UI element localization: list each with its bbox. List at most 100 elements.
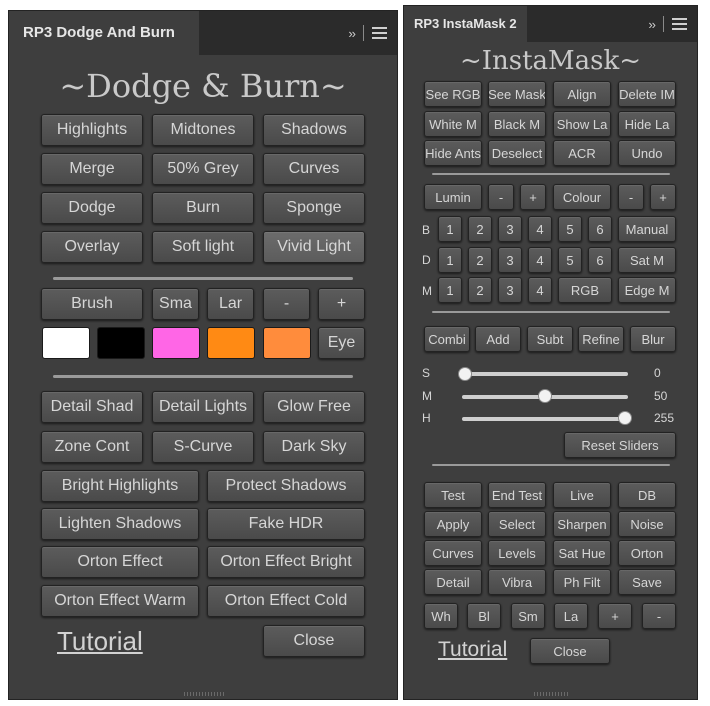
- tutorial-link[interactable]: Tutorial: [57, 626, 143, 657]
- b-2-button[interactable]: 2: [468, 216, 492, 242]
- b-6-button[interactable]: 6: [588, 216, 612, 242]
- dodge-button[interactable]: Dodge: [41, 192, 143, 224]
- lumin-button[interactable]: Lumin: [424, 184, 482, 210]
- see-rgb-button[interactable]: See RGB: [424, 81, 482, 107]
- brush-large-button[interactable]: Lar: [207, 288, 254, 320]
- glow-free-button[interactable]: Glow Free: [263, 391, 365, 423]
- 50-grey-button[interactable]: 50% Grey: [152, 153, 254, 185]
- b-4-button[interactable]: 4: [528, 216, 552, 242]
- lumin-increase-button[interactable]: +: [520, 184, 546, 210]
- tutorial-link[interactable]: Tutorial: [438, 638, 507, 662]
- bl-button[interactable]: Bl: [467, 603, 501, 629]
- d-2-button[interactable]: 2: [468, 247, 492, 273]
- vivid-light-button[interactable]: Vivid Light: [263, 231, 365, 263]
- curves-button[interactable]: Curves: [263, 153, 365, 185]
- m-1-button[interactable]: 1: [438, 277, 462, 303]
- subt-button[interactable]: Subt: [527, 326, 573, 352]
- resize-grip[interactable]: [184, 692, 224, 696]
- m-3-button[interactable]: 3: [498, 277, 522, 303]
- undo-button[interactable]: Undo: [618, 140, 676, 166]
- la-button[interactable]: La: [554, 603, 588, 629]
- orton-effect-bright-button[interactable]: Orton Effect Bright: [207, 546, 365, 578]
- swatch-pink[interactable]: [152, 327, 200, 359]
- highlights-button[interactable]: Highlights: [41, 114, 143, 146]
- minus-button[interactable]: -: [642, 603, 676, 629]
- edge-m-button[interactable]: Edge M: [618, 277, 676, 303]
- slider-s-handle[interactable]: [458, 367, 472, 381]
- brush-button[interactable]: Brush: [41, 288, 143, 320]
- detail-lights-button[interactable]: Detail Lights: [152, 391, 254, 423]
- hide-la-button[interactable]: Hide La: [618, 111, 676, 137]
- slider-s-track[interactable]: [462, 372, 628, 376]
- panel-tab[interactable]: RP3 InstaMask 2: [404, 6, 527, 42]
- colour-decrease-button[interactable]: -: [618, 184, 644, 210]
- sponge-button[interactable]: Sponge: [263, 192, 365, 224]
- colour-increase-button[interactable]: +: [650, 184, 676, 210]
- d-5-button[interactable]: 5: [558, 247, 582, 273]
- apply-button[interactable]: Apply: [424, 511, 482, 537]
- align-button[interactable]: Align: [553, 81, 611, 107]
- dark-sky-button[interactable]: Dark Sky: [263, 431, 365, 463]
- resize-grip[interactable]: [534, 692, 570, 696]
- plus-button[interactable]: +: [598, 603, 632, 629]
- collapse-icon[interactable]: ››: [648, 17, 656, 32]
- close-button[interactable]: Close: [263, 625, 365, 657]
- eye-button[interactable]: Eye: [318, 327, 365, 359]
- slider-h-track[interactable]: [462, 417, 628, 421]
- orton-button[interactable]: Orton: [618, 540, 676, 566]
- swatch-light-orange[interactable]: [263, 327, 311, 359]
- swatch-orange[interactable]: [207, 327, 255, 359]
- shadows-button[interactable]: Shadows: [263, 114, 365, 146]
- white-m-button[interactable]: White M: [424, 111, 482, 137]
- show-la-button[interactable]: Show La: [553, 111, 611, 137]
- db-button[interactable]: DB: [618, 482, 676, 508]
- deselect-button[interactable]: Deselect: [488, 140, 546, 166]
- acr-button[interactable]: ACR: [553, 140, 611, 166]
- d-1-button[interactable]: 1: [438, 247, 462, 273]
- brush-decrease-button[interactable]: -: [263, 288, 310, 320]
- orton-effect-warm-button[interactable]: Orton Effect Warm: [41, 585, 199, 617]
- colour-button[interactable]: Colour: [553, 184, 611, 210]
- swatch-white[interactable]: [42, 327, 90, 359]
- delete-im-button[interactable]: Delete IM: [618, 81, 676, 107]
- d-4-button[interactable]: 4: [528, 247, 552, 273]
- manual-button[interactable]: Manual: [618, 216, 676, 242]
- s-curve-button[interactable]: S-Curve: [152, 431, 254, 463]
- merge-button[interactable]: Merge: [41, 153, 143, 185]
- combi-button[interactable]: Combi: [424, 326, 470, 352]
- sharpen-button[interactable]: Sharpen: [553, 511, 611, 537]
- m-2-button[interactable]: 2: [468, 277, 492, 303]
- select-button[interactable]: Select: [488, 511, 546, 537]
- live-button[interactable]: Live: [553, 482, 611, 508]
- slider-h-handle[interactable]: [618, 411, 632, 425]
- bright-highlights-button[interactable]: Bright Highlights: [41, 470, 199, 502]
- overlay-button[interactable]: Overlay: [41, 231, 143, 263]
- brush-increase-button[interactable]: +: [318, 288, 365, 320]
- sm-button[interactable]: Sm: [511, 603, 545, 629]
- brush-small-button[interactable]: Sma: [152, 288, 199, 320]
- d-3-button[interactable]: 3: [498, 247, 522, 273]
- test-button[interactable]: Test: [424, 482, 482, 508]
- end-test-button[interactable]: End Test: [488, 482, 546, 508]
- burn-button[interactable]: Burn: [152, 192, 254, 224]
- collapse-icon[interactable]: ››: [348, 26, 356, 41]
- reset-sliders-button[interactable]: Reset Sliders: [564, 432, 676, 458]
- ph-filt-button[interactable]: Ph Filt: [553, 569, 611, 595]
- sat-m-button[interactable]: Sat M: [618, 247, 676, 273]
- see-mask-button[interactable]: See Mask: [488, 81, 546, 107]
- orton-effect-button[interactable]: Orton Effect: [41, 546, 199, 578]
- zone-cont-button[interactable]: Zone Cont: [41, 431, 143, 463]
- m-4-button[interactable]: 4: [528, 277, 552, 303]
- add-button[interactable]: Add: [475, 326, 521, 352]
- slider-m-handle[interactable]: [538, 389, 552, 403]
- save-button[interactable]: Save: [618, 569, 676, 595]
- lighten-shadows-button[interactable]: Lighten Shadows: [41, 508, 199, 540]
- sat-hue-button[interactable]: Sat Hue: [553, 540, 611, 566]
- close-button[interactable]: Close: [530, 638, 610, 664]
- b-3-button[interactable]: 3: [498, 216, 522, 242]
- panel-menu-icon[interactable]: [372, 27, 387, 39]
- refine-button[interactable]: Refine: [578, 326, 624, 352]
- b-5-button[interactable]: 5: [558, 216, 582, 242]
- curves-button[interactable]: Curves: [424, 540, 482, 566]
- rgb-button[interactable]: RGB: [558, 277, 612, 303]
